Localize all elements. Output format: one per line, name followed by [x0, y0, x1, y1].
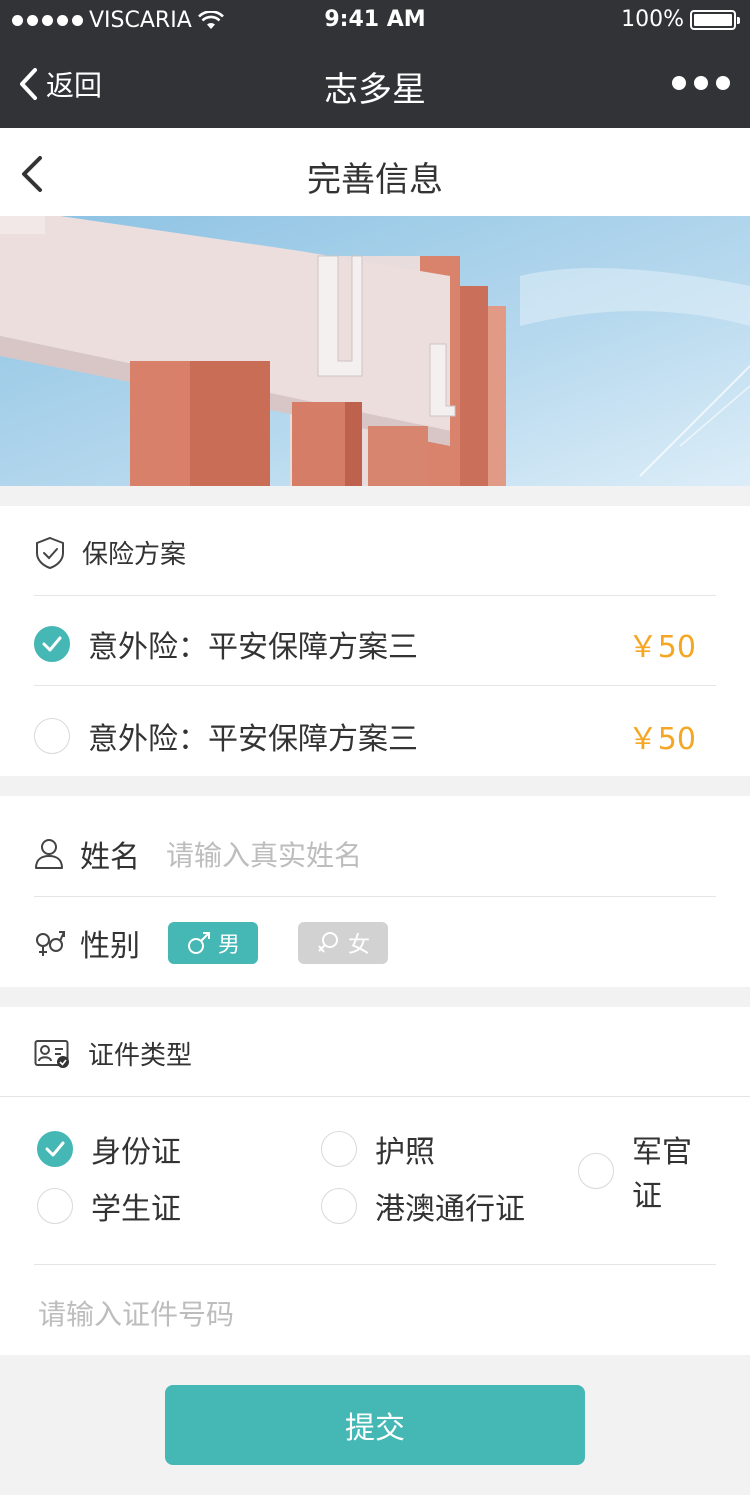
more-dot-icon — [672, 76, 686, 90]
gender-female-label: 女 — [347, 933, 370, 958]
page-title: 完善信息 — [307, 160, 443, 200]
id-type-radio[interactable] — [321, 1188, 357, 1224]
divider — [0, 1096, 750, 1097]
more-menu-button[interactable] — [672, 76, 730, 90]
id-type-label: 学生证 — [91, 1192, 181, 1227]
gender-male-label: 男 — [217, 933, 240, 958]
gender-label: 性别 — [80, 929, 140, 964]
battery-status: 100% — [621, 7, 740, 32]
check-icon — [42, 636, 62, 652]
app-title: 志多星 — [324, 70, 426, 110]
insurance-option-radio-checked[interactable] — [34, 626, 70, 662]
gender-male-button[interactable]: 男 — [168, 922, 258, 964]
check-icon — [45, 1141, 65, 1157]
insurance-option-2[interactable]: 意外险：平安保障方案三 ￥50 — [34, 714, 716, 758]
battery-percent: 100% — [621, 7, 684, 32]
building-illustration — [0, 216, 750, 486]
insurance-card: 保险方案 意外险：平安保障方案三 ￥50 意外险：平安保障方案三 ￥50 — [0, 506, 750, 776]
insurance-option-label: 意外险：平安保障方案三 — [88, 722, 418, 757]
divider — [34, 896, 716, 897]
insurance-option-label: 意外险：平安保障方案三 — [88, 630, 418, 665]
id-type-header: 证件类型 — [34, 1035, 716, 1072]
id-number-input[interactable]: 请输入证件号码 — [38, 1293, 234, 1333]
id-type-label: 军官证 — [632, 1135, 692, 1214]
male-icon — [187, 932, 210, 954]
battery-icon — [690, 9, 740, 30]
insurance-option-1[interactable]: 意外险：平安保障方案三 ￥50 — [34, 622, 716, 666]
id-type-radio-checked[interactable] — [37, 1131, 73, 1167]
name-label: 姓名 — [80, 840, 140, 875]
id-card: 证件类型 身份证 护照 军官证 学生证 港澳通行证 请输入证件号码 — [0, 1007, 750, 1355]
top-navbar: 返回 志多星 — [0, 40, 750, 128]
name-input[interactable]: 请输入真实姓名 — [166, 834, 362, 874]
insurance-option-radio[interactable] — [34, 718, 70, 754]
female-icon — [318, 932, 338, 953]
id-type-option[interactable]: 学生证 — [37, 1184, 337, 1228]
more-dot-icon — [716, 76, 730, 90]
banner-image — [0, 216, 750, 486]
divider — [34, 595, 716, 596]
insurance-header: 保险方案 — [34, 534, 716, 571]
insurance-option-price: ￥50 — [627, 630, 696, 665]
id-type-radio[interactable] — [37, 1188, 73, 1224]
gender-icon — [36, 931, 65, 956]
submit-button[interactable]: 提交 — [165, 1385, 585, 1465]
name-row[interactable]: 姓名 请输入真实姓名 — [34, 832, 716, 876]
gender-row: 性别 男 女 — [34, 921, 716, 965]
id-type-label: 护照 — [375, 1135, 435, 1170]
id-type-option[interactable]: 身份证 — [37, 1127, 337, 1171]
id-card-icon — [34, 1039, 69, 1068]
status-bar: VISCARIA 9:41 AM 100% — [0, 0, 750, 40]
id-number-row[interactable]: 请输入证件号码 — [38, 1293, 716, 1333]
divider — [34, 1264, 716, 1265]
user-icon — [35, 839, 63, 869]
id-type-option[interactable]: 港澳通行证 — [321, 1184, 621, 1228]
gender-female-button[interactable]: 女 — [298, 922, 388, 964]
id-type-label: 身份证 — [91, 1135, 181, 1170]
id-type-header-label: 证件类型 — [88, 1041, 193, 1071]
shield-icon — [36, 536, 64, 569]
page-header: 完善信息 — [0, 128, 750, 216]
insurance-option-price: ￥50 — [627, 722, 696, 757]
insurance-header-label: 保险方案 — [82, 540, 187, 570]
more-dot-icon — [694, 76, 708, 90]
id-type-label: 港澳通行证 — [375, 1192, 525, 1227]
profile-card: 姓名 请输入真实姓名 性别 男 女 — [0, 796, 750, 987]
id-type-option[interactable]: 护照 — [321, 1127, 541, 1171]
id-type-radio[interactable] — [321, 1131, 357, 1167]
divider — [34, 685, 716, 686]
